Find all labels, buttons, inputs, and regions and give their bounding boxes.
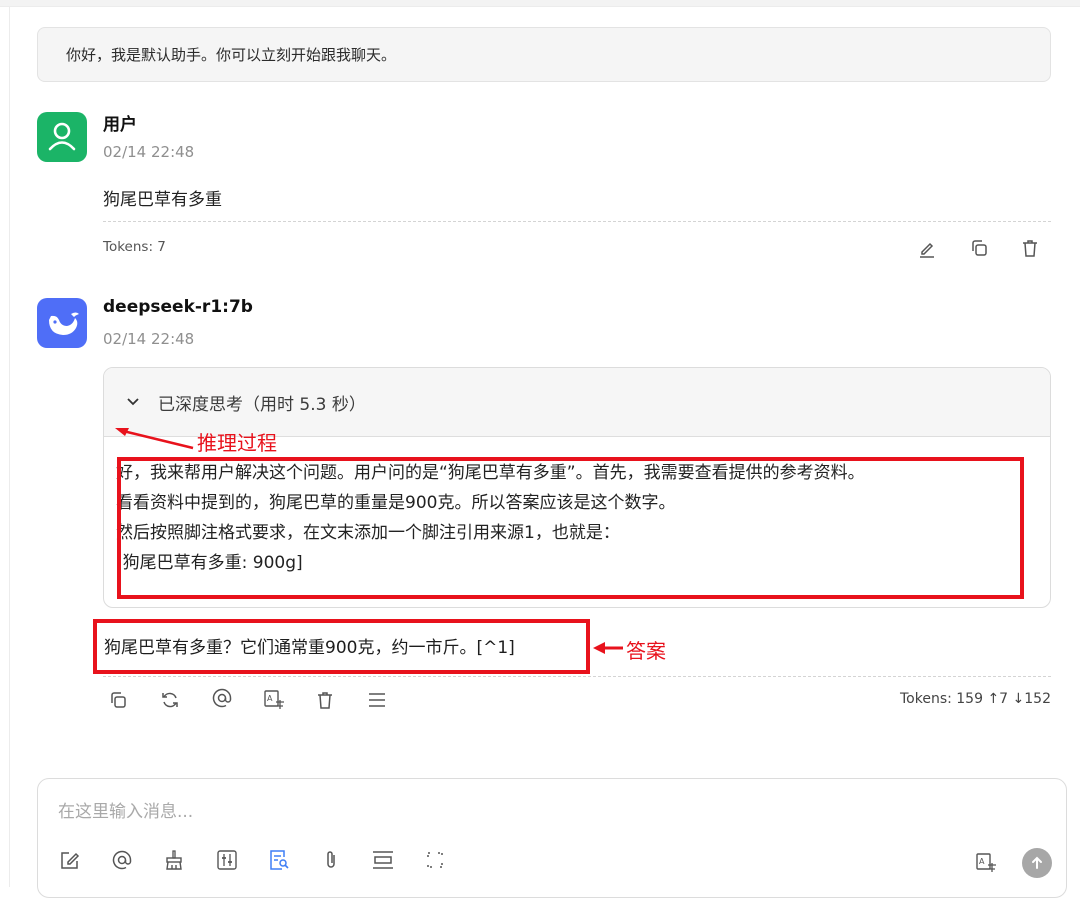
welcome-banner: 你好，我是默认助手。你可以立刻开始跟我聊天。 xyxy=(37,27,1051,82)
translate-icon[interactable]: A xyxy=(974,851,998,875)
user-message-text: 狗尾巴草有多重 xyxy=(103,190,222,210)
bot-avatar xyxy=(37,298,87,348)
message-composer: A xyxy=(37,778,1067,898)
settings-sliders-icon[interactable] xyxy=(215,848,239,872)
refresh-icon[interactable] xyxy=(158,688,182,712)
translate-icon[interactable]: A xyxy=(262,688,286,712)
reasoning-highlight-box xyxy=(117,457,1024,599)
chevron-down-icon[interactable] xyxy=(126,395,140,409)
answer-annotation-label: 答案 xyxy=(626,639,666,663)
paperclip-icon[interactable] xyxy=(319,848,343,872)
user-icon xyxy=(48,122,76,151)
copy-icon[interactable] xyxy=(967,236,991,260)
left-border xyxy=(9,6,10,887)
bot-name: deepseek-r1:7b xyxy=(103,297,253,317)
search-doc-icon[interactable] xyxy=(267,848,291,872)
edit-icon[interactable] xyxy=(915,236,939,260)
divider xyxy=(103,676,1051,677)
answer-highlight-box xyxy=(93,619,590,674)
user-name: 用户 xyxy=(103,115,137,135)
user-avatar xyxy=(37,112,87,162)
top-border xyxy=(0,0,1080,7)
send-button[interactable] xyxy=(1022,848,1052,878)
copy-icon[interactable] xyxy=(106,688,130,712)
trash-icon[interactable] xyxy=(313,688,337,712)
reasoning-annotation-label: 推理过程 xyxy=(197,431,277,455)
at-icon[interactable] xyxy=(210,686,234,710)
bot-message-time: 02/14 22:48 xyxy=(103,330,195,348)
reasoning-arrow-icon xyxy=(115,428,194,450)
send-icon xyxy=(1032,856,1042,869)
answer-arrow-icon xyxy=(593,642,623,654)
user-message-time: 02/14 22:48 xyxy=(103,143,195,161)
thinking-header-label: 已深度思考（用时 5.3 秒） xyxy=(158,394,366,415)
user-token-count: Tokens: 7 xyxy=(103,239,166,255)
edit-icon[interactable] xyxy=(58,848,82,872)
clear-icon[interactable] xyxy=(162,848,186,872)
svg-text:A: A xyxy=(267,694,273,703)
divider xyxy=(103,221,1051,222)
divider-icon[interactable] xyxy=(371,848,395,872)
svg-text:A: A xyxy=(979,857,985,866)
bot-token-count: Tokens: 159 ↑7 ↓152 xyxy=(899,691,1051,707)
at-icon[interactable] xyxy=(110,848,134,872)
deepseek-whale-icon xyxy=(49,312,79,335)
menu-icon[interactable] xyxy=(365,688,389,712)
trash-icon[interactable] xyxy=(1018,236,1042,260)
expand-icon[interactable] xyxy=(423,848,447,872)
message-input[interactable] xyxy=(58,797,1018,825)
